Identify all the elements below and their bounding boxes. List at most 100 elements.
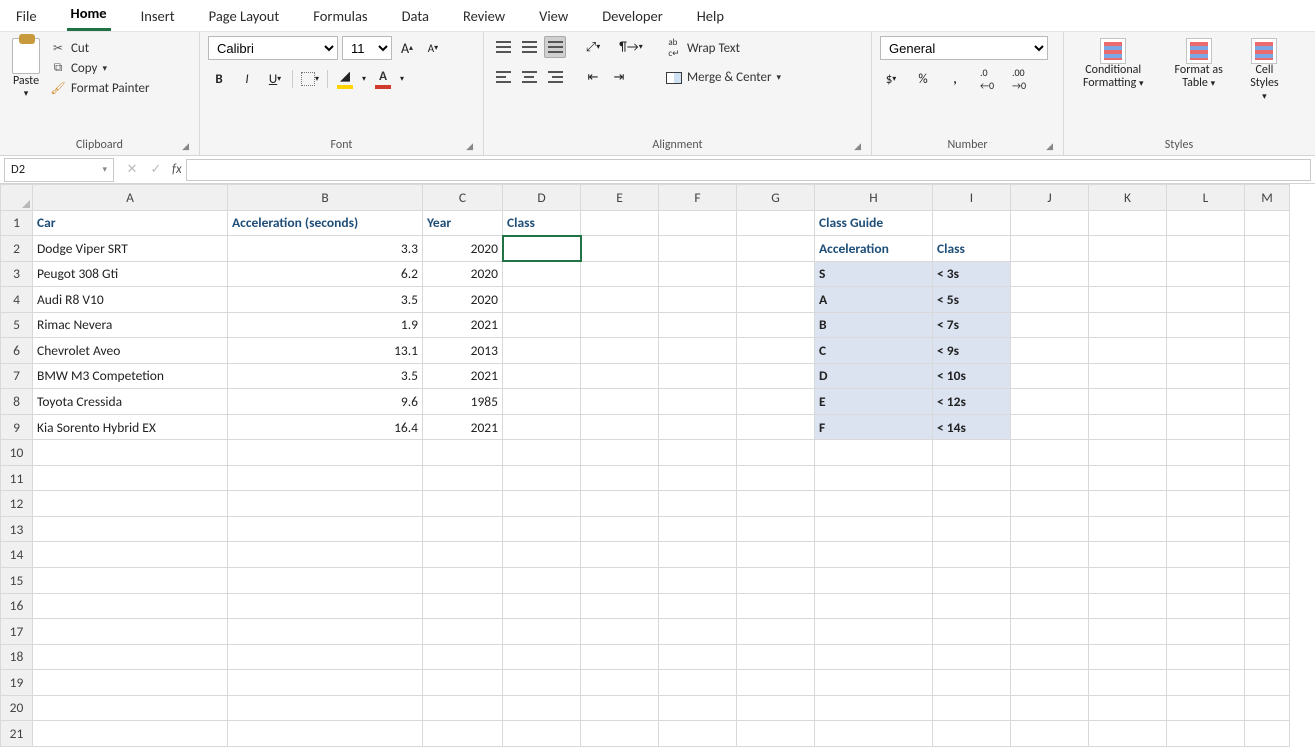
cell[interactable]	[1167, 567, 1245, 593]
cell[interactable]	[228, 491, 423, 517]
cell[interactable]	[228, 465, 423, 491]
cell[interactable]: Class	[933, 236, 1011, 262]
cell[interactable]	[659, 491, 737, 517]
cell[interactable]: Audi R8 V10	[33, 287, 228, 313]
cell[interactable]	[815, 542, 933, 568]
cell[interactable]	[737, 465, 815, 491]
cell[interactable]: Rimac Nevera	[33, 312, 228, 338]
cell[interactable]	[503, 542, 581, 568]
row-header-6[interactable]: 6	[1, 338, 33, 364]
cell[interactable]	[659, 567, 737, 593]
cell[interactable]	[737, 644, 815, 670]
cell[interactable]	[581, 567, 659, 593]
col-header-G[interactable]: G	[737, 185, 815, 211]
cell[interactable]	[1245, 440, 1290, 466]
increase-indent-icon[interactable]: ⇥	[608, 66, 630, 88]
cell[interactable]	[423, 619, 503, 645]
cell[interactable]	[228, 567, 423, 593]
cell[interactable]: < 3s	[933, 261, 1011, 287]
cell[interactable]	[815, 644, 933, 670]
cell[interactable]	[1089, 567, 1167, 593]
borders-button[interactable]: ▾	[299, 68, 321, 90]
cut-button[interactable]: ✂ Cut	[50, 40, 150, 56]
cell[interactable]	[1167, 721, 1245, 747]
cell[interactable]	[1245, 619, 1290, 645]
menu-data[interactable]: Data	[398, 3, 433, 31]
cell[interactable]	[1245, 287, 1290, 313]
cell[interactable]	[933, 491, 1011, 517]
cell[interactable]	[581, 210, 659, 236]
cell[interactable]: 3.3	[228, 236, 423, 262]
cell[interactable]	[581, 644, 659, 670]
cell[interactable]	[659, 236, 737, 262]
cell[interactable]	[659, 338, 737, 364]
cell[interactable]	[503, 593, 581, 619]
cell[interactable]	[737, 210, 815, 236]
cell[interactable]	[581, 338, 659, 364]
row-header-20[interactable]: 20	[1, 695, 33, 721]
cell[interactable]	[659, 619, 737, 645]
underline-button[interactable]: U ▾	[264, 68, 286, 90]
row-header-17[interactable]: 17	[1, 619, 33, 645]
cell[interactable]: Toyota Cressida	[33, 389, 228, 415]
menu-review[interactable]: Review	[459, 3, 509, 31]
cell[interactable]: 2020	[423, 261, 503, 287]
cell[interactable]	[1245, 721, 1290, 747]
cell[interactable]	[1167, 440, 1245, 466]
cell[interactable]	[581, 261, 659, 287]
cell[interactable]	[1245, 261, 1290, 287]
cell[interactable]	[737, 619, 815, 645]
menu-formulas[interactable]: Formulas	[309, 3, 371, 31]
col-header-F[interactable]: F	[659, 185, 737, 211]
dialog-launcher-icon[interactable]: ◢	[854, 141, 861, 152]
cell[interactable]	[737, 542, 815, 568]
align-left-icon[interactable]	[492, 66, 514, 88]
cell[interactable]: Year	[423, 210, 503, 236]
cell[interactable]	[581, 389, 659, 415]
cell[interactable]: < 12s	[933, 389, 1011, 415]
cell[interactable]	[1089, 312, 1167, 338]
col-header-A[interactable]: A	[33, 185, 228, 211]
cell[interactable]	[659, 287, 737, 313]
cell[interactable]	[1011, 670, 1089, 696]
cell[interactable]	[1089, 542, 1167, 568]
cell[interactable]	[33, 491, 228, 517]
row-header-8[interactable]: 8	[1, 389, 33, 415]
cell[interactable]	[1011, 414, 1089, 440]
cell[interactable]	[503, 414, 581, 440]
cell[interactable]	[933, 210, 1011, 236]
cell[interactable]	[1167, 516, 1245, 542]
cell[interactable]	[581, 363, 659, 389]
cell[interactable]: F	[815, 414, 933, 440]
cell[interactable]	[1011, 593, 1089, 619]
cell[interactable]	[581, 440, 659, 466]
cell[interactable]	[503, 491, 581, 517]
cell[interactable]	[33, 440, 228, 466]
cell[interactable]	[1089, 287, 1167, 313]
cell[interactable]	[581, 236, 659, 262]
worksheet[interactable]: ABCDEFGHIJKLM1CarAcceleration (seconds)Y…	[0, 184, 1315, 747]
cell[interactable]	[1167, 236, 1245, 262]
increase-font-icon[interactable]: A▴	[396, 37, 418, 59]
cell[interactable]	[581, 721, 659, 747]
cell[interactable]	[1245, 491, 1290, 517]
cell[interactable]	[503, 363, 581, 389]
cell[interactable]	[1245, 593, 1290, 619]
cell[interactable]: Chevrolet Aveo	[33, 338, 228, 364]
chevron-down-icon[interactable]: ▾	[102, 164, 107, 175]
cell[interactable]	[659, 593, 737, 619]
cell[interactable]: B	[815, 312, 933, 338]
cell[interactable]	[1011, 491, 1089, 517]
cell[interactable]	[737, 389, 815, 415]
cell[interactable]	[1167, 619, 1245, 645]
cell[interactable]	[1167, 644, 1245, 670]
menu-insert[interactable]: Insert	[137, 3, 179, 31]
cell[interactable]	[933, 695, 1011, 721]
orientation-icon[interactable]: ⤢ ▾	[582, 36, 604, 58]
cell[interactable]: Dodge Viper SRT	[33, 236, 228, 262]
cell[interactable]	[1089, 516, 1167, 542]
cell[interactable]: Car	[33, 210, 228, 236]
cell[interactable]	[1089, 338, 1167, 364]
menu-page-layout[interactable]: Page Layout	[205, 3, 284, 31]
menu-file[interactable]: File	[12, 3, 41, 31]
